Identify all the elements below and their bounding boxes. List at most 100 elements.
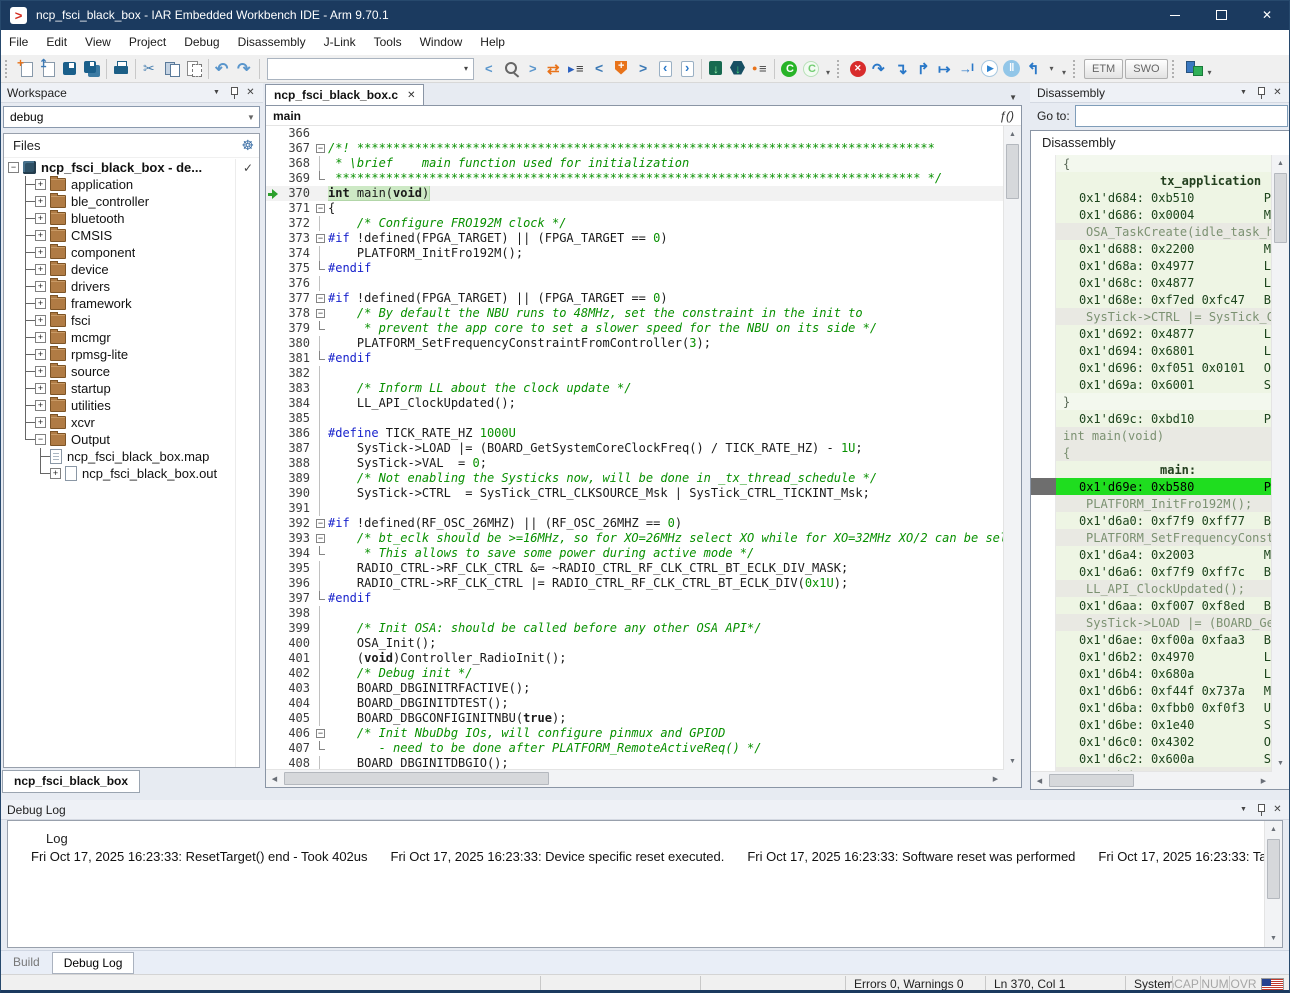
tree-item-startup[interactable]: +startup [4, 380, 259, 397]
fold-marker-icon[interactable] [315, 351, 328, 366]
code-line[interactable]: 393− /* bt_eclk should be >=16MHz, so fo… [266, 531, 1004, 546]
tree-item-bluetooth[interactable]: +bluetooth [4, 210, 259, 227]
break-icon[interactable] [1001, 58, 1023, 80]
step-into-icon[interactable] [891, 58, 913, 80]
code-line[interactable]: 372 /* Configure FRO192M clock */ [266, 216, 1004, 231]
disasm-row[interactable]: LL_API_ClockUpdated(); [1031, 580, 1272, 597]
configuration-selector[interactable]: debug ▼ [3, 106, 260, 128]
code-line[interactable]: 367−/*! ********************************… [266, 141, 1004, 156]
disasm-row[interactable]: 0x1'd696:0xf051 0x0101O [1031, 359, 1272, 376]
code-line[interactable]: 380 PLATFORM_SetFrequencyConstraintFromC… [266, 336, 1004, 351]
disasm-row[interactable]: 0x1'd6ba:0xfbb0 0xf0f3U [1031, 699, 1272, 716]
search-input[interactable] [268, 62, 459, 76]
fold-marker-icon[interactable] [315, 546, 328, 561]
code-line[interactable]: 369 ************************************… [266, 171, 1004, 186]
expander-plus-icon[interactable]: + [35, 332, 46, 343]
code-line[interactable]: 394 * This allows to save some power dur… [266, 546, 1004, 561]
panel-menu-icon[interactable] [1235, 85, 1252, 100]
chevron-down-icon[interactable]: ▼ [243, 113, 259, 122]
next-document-icon[interactable] [676, 58, 698, 80]
tree-item-mcmgr[interactable]: +mcmgr [4, 329, 259, 346]
menu-item-edit[interactable]: Edit [37, 30, 76, 55]
minimize-button[interactable] [1152, 0, 1198, 30]
expander-plus-icon[interactable]: + [35, 213, 46, 224]
expander-plus-icon[interactable]: + [35, 383, 46, 394]
redo-icon[interactable] [234, 58, 256, 80]
code-line[interactable]: 385 [266, 411, 1004, 426]
tree-item-ncp-fsci-black-box-out[interactable]: +ncp_fsci_black_box.out [4, 465, 259, 482]
editor-vertical-scrollbar[interactable] [1003, 126, 1021, 770]
tree-item-source[interactable]: +source [4, 363, 259, 380]
fold-collapse-icon[interactable]: − [316, 144, 325, 153]
code-line[interactable]: 396 RADIO_CTRL->RF_CLK_CTRL |= RADIO_CTR… [266, 576, 1004, 591]
scroll-up-icon[interactable] [1272, 155, 1289, 172]
disasm-row[interactable]: 0x1'd6ae:0xf00a 0xfaa3B [1031, 631, 1272, 648]
tree-item-utilities[interactable]: +utilities [4, 397, 259, 414]
step-out-icon[interactable] [913, 58, 935, 80]
print-icon[interactable] [110, 58, 132, 80]
disasm-row[interactable]: PLATFORM_SetFrequencyConstr [1031, 529, 1272, 546]
fold-marker-icon[interactable] [315, 741, 328, 756]
menu-item-j-link[interactable]: J-Link [315, 30, 365, 55]
code-line[interactable]: 398 [266, 606, 1004, 621]
toolbar-overflow-icon[interactable]: ▾ [1058, 57, 1070, 80]
disasm-row[interactable]: 0x1'd6b4:0x680aL [1031, 665, 1272, 682]
tree-item-application[interactable]: +application [4, 176, 259, 193]
log-line[interactable]: Fri Oct 17, 2025 16:23:33: Device specif… [368, 849, 725, 864]
scrollbar-thumb[interactable] [1049, 774, 1134, 787]
goto-definition-icon[interactable] [566, 58, 588, 80]
scrollbar-thumb[interactable] [1006, 144, 1019, 199]
fold-collapse-icon[interactable]: − [316, 234, 325, 243]
fold-marker-icon[interactable]: − [315, 291, 328, 306]
log-line[interactable]: Fri Oct 17, 2025 16:23:33: ResetTarget()… [8, 849, 368, 864]
fold-collapse-icon[interactable]: − [316, 294, 325, 303]
bottom-tab-build[interactable]: Build [2, 952, 51, 972]
tree-item-component[interactable]: +component [4, 244, 259, 261]
pin-icon[interactable] [1252, 85, 1269, 100]
reset-icon[interactable] [1023, 58, 1045, 80]
save-all-icon[interactable] [81, 58, 103, 80]
swo-button[interactable]: SWO [1125, 59, 1167, 79]
next-statement-icon[interactable] [935, 58, 957, 80]
code-line[interactable]: 389 /* Not enabling the Systicks now, wi… [266, 471, 1004, 486]
disasm-row[interactable]: 0x1'd68c:0x4877L [1031, 274, 1272, 291]
log-line[interactable]: Fri Oct 17, 2025 16:23:33: Target reset [1075, 849, 1283, 864]
disasm-row[interactable]: 0x1'd6a4:0x2003M [1031, 546, 1272, 563]
disasm-row[interactable]: SysTick->CTRL |= SysTick_CT [1031, 308, 1272, 325]
expander-plus-icon[interactable]: + [35, 349, 46, 360]
expander-plus-icon[interactable]: + [35, 179, 46, 190]
fold-marker-icon[interactable] [315, 591, 328, 606]
code-line[interactable]: 370int main(void) [266, 186, 1004, 201]
scrollbar-thumb[interactable] [284, 772, 549, 785]
code-line[interactable]: 384 LL_API_ClockUpdated(); [266, 396, 1004, 411]
disasm-row[interactable]: tx_application [1031, 172, 1272, 189]
disasm-row[interactable]: main: [1031, 461, 1272, 478]
scroll-up-icon[interactable] [1004, 126, 1021, 143]
fold-marker-icon[interactable]: − [315, 306, 328, 321]
code-line[interactable]: 392−#if !defined(RF_OSC_26MHZ) || (RF_OS… [266, 516, 1004, 531]
log-line[interactable]: Fri Oct 17, 2025 16:23:33: Software rese… [724, 849, 1075, 864]
keyboard-layout-flag-icon[interactable] [1261, 978, 1284, 993]
find-next-icon[interactable] [522, 58, 544, 80]
previous-bookmark-icon[interactable] [588, 58, 610, 80]
copy-icon[interactable] [161, 58, 183, 80]
fold-collapse-icon[interactable]: − [316, 534, 325, 543]
menu-item-disassembly[interactable]: Disassembly [229, 30, 315, 55]
code-line[interactable]: 397#endif [266, 591, 1004, 606]
scroll-down-icon[interactable] [1272, 755, 1289, 772]
tab-list-dropdown-icon[interactable] [1009, 93, 1022, 105]
save-icon[interactable] [59, 58, 81, 80]
cstat-analyze-icon[interactable] [778, 58, 800, 80]
pin-icon[interactable] [225, 85, 242, 100]
fold-marker-icon[interactable]: − [315, 726, 328, 741]
code-line[interactable]: 376 [266, 276, 1004, 291]
fold-collapse-icon[interactable]: − [316, 519, 325, 528]
panel-menu-icon[interactable] [208, 85, 225, 100]
new-document-icon[interactable] [15, 58, 37, 80]
expander-plus-icon[interactable]: + [35, 230, 46, 241]
expander-minus-icon[interactable]: − [8, 162, 19, 173]
menu-item-window[interactable]: Window [411, 30, 472, 55]
search-combo-arrow-icon[interactable]: ▾ [459, 64, 473, 73]
tree-item-drivers[interactable]: +drivers [4, 278, 259, 295]
code-line[interactable]: 383 /* Inform LL about the clock update … [266, 381, 1004, 396]
